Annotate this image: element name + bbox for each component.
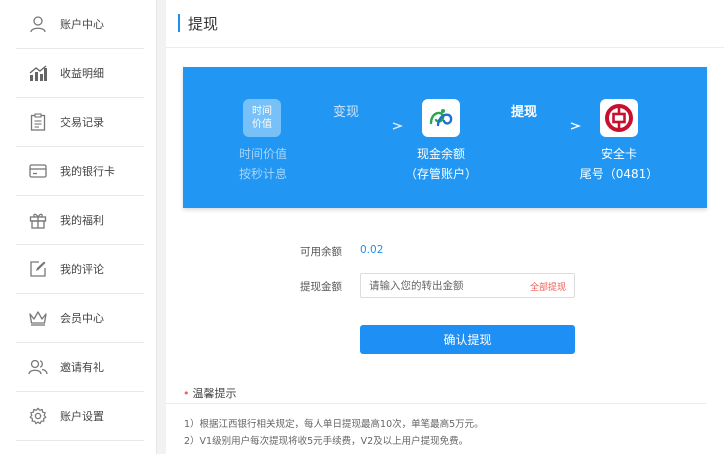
time-value-icon-text: 时间 价值 — [252, 106, 272, 130]
amount-field: 全部提现 — [360, 273, 575, 298]
bank-of-china-icon — [600, 99, 638, 137]
users-icon — [16, 359, 60, 375]
page-title: 提现 — [188, 15, 219, 33]
title-accent-bar — [178, 14, 180, 32]
sidebar-item-label: 我的福利 — [60, 214, 104, 227]
sidebar-item-membership[interactable]: 会员中心 — [16, 294, 144, 343]
clipboard-icon — [16, 113, 60, 131]
sidebar-item-invite[interactable]: 邀请有礼 — [16, 343, 144, 392]
main-panel: 提现 时间 价值 时间价值 按秒计息 变现 现金余额 （存管账户） 提现 安全卡… — [166, 0, 724, 454]
security-card-number: 尾号（0481） — [579, 167, 659, 181]
sidebar-item-label: 账户设置 — [60, 410, 104, 423]
sidebar-item-transactions[interactable]: 交易记录 — [16, 98, 144, 147]
sidebar-item-label: 邀请有礼 — [60, 361, 104, 374]
user-icon — [16, 15, 60, 33]
tip-item: 2）V1级别用户每次提现将收5元手续费，V2及以上用户提现免费。 — [184, 436, 469, 447]
cash-balance-sublabel: （存管账户） — [404, 167, 477, 181]
bank-logo-icon — [422, 99, 460, 137]
page: 账户中心 收益明细 交易记录 我的银行卡 我的福利 我的评论 会员中心 邀请有礼… — [0, 0, 724, 454]
sidebar-item-account-center[interactable]: 账户中心 — [16, 0, 144, 49]
time-value-sublabel: 按秒计息 — [238, 167, 287, 181]
tips-title: • 温馨提示 — [183, 385, 237, 401]
sidebar-item-settings[interactable]: 账户设置 — [16, 392, 144, 441]
bar-chart-icon — [16, 65, 60, 81]
sidebar-item-bank-cards[interactable]: 我的银行卡 — [16, 147, 144, 196]
cash-balance-label: 现金余额 — [416, 147, 465, 161]
tip-item: 1）根据江西银行相关规定，每人单日提现最高10次，单笔最高5万元。 — [184, 419, 484, 430]
title-bar: 提现 — [166, 0, 724, 48]
crown-icon — [16, 310, 60, 326]
withdraw-all-button[interactable]: 全部提现 — [530, 280, 566, 293]
card-icon — [16, 164, 60, 178]
tips-divider — [166, 403, 706, 404]
withdraw-flow-banner: 时间 价值 时间价值 按秒计息 变现 现金余额 （存管账户） 提现 安全卡 尾号… — [183, 67, 707, 208]
tips-title-text: 温馨提示 — [192, 387, 237, 400]
sidebar: 账户中心 收益明细 交易记录 我的银行卡 我的福利 我的评论 会员中心 邀请有礼… — [0, 0, 157, 454]
balance-value: 0.02 — [360, 244, 384, 256]
balance-label: 可用余额 — [300, 246, 342, 258]
sidebar-item-earnings[interactable]: 收益明细 — [16, 49, 144, 98]
arrow-icon — [481, 122, 581, 130]
arrow-icon — [303, 122, 403, 130]
sidebar-item-comments[interactable]: 我的评论 — [16, 245, 144, 294]
time-value-label: 时间价值 — [238, 147, 287, 161]
sidebar-item-label: 账户中心 — [60, 18, 104, 31]
time-value-icon: 时间 价值 — [243, 99, 281, 137]
sidebar-item-label: 我的评论 — [60, 263, 104, 276]
amount-label: 提现金额 — [300, 281, 342, 293]
security-card-label: 安全卡 — [600, 147, 637, 161]
sidebar-item-label: 收益明细 — [60, 67, 104, 80]
gear-icon — [16, 407, 60, 425]
bullet-icon: • — [183, 387, 190, 400]
amount-input[interactable] — [369, 279, 519, 292]
withdraw-arrow-label: 提现 — [511, 105, 538, 120]
cash-out-arrow-label: 变现 — [333, 105, 360, 120]
confirm-withdraw-button[interactable]: 确认提现 — [360, 325, 575, 354]
sidebar-item-benefits[interactable]: 我的福利 — [16, 196, 144, 245]
sidebar-item-label: 会员中心 — [60, 312, 104, 325]
sidebar-item-label: 交易记录 — [60, 116, 104, 129]
gift-icon — [16, 211, 60, 229]
edit-icon — [16, 260, 60, 278]
sidebar-item-label: 我的银行卡 — [60, 165, 115, 178]
